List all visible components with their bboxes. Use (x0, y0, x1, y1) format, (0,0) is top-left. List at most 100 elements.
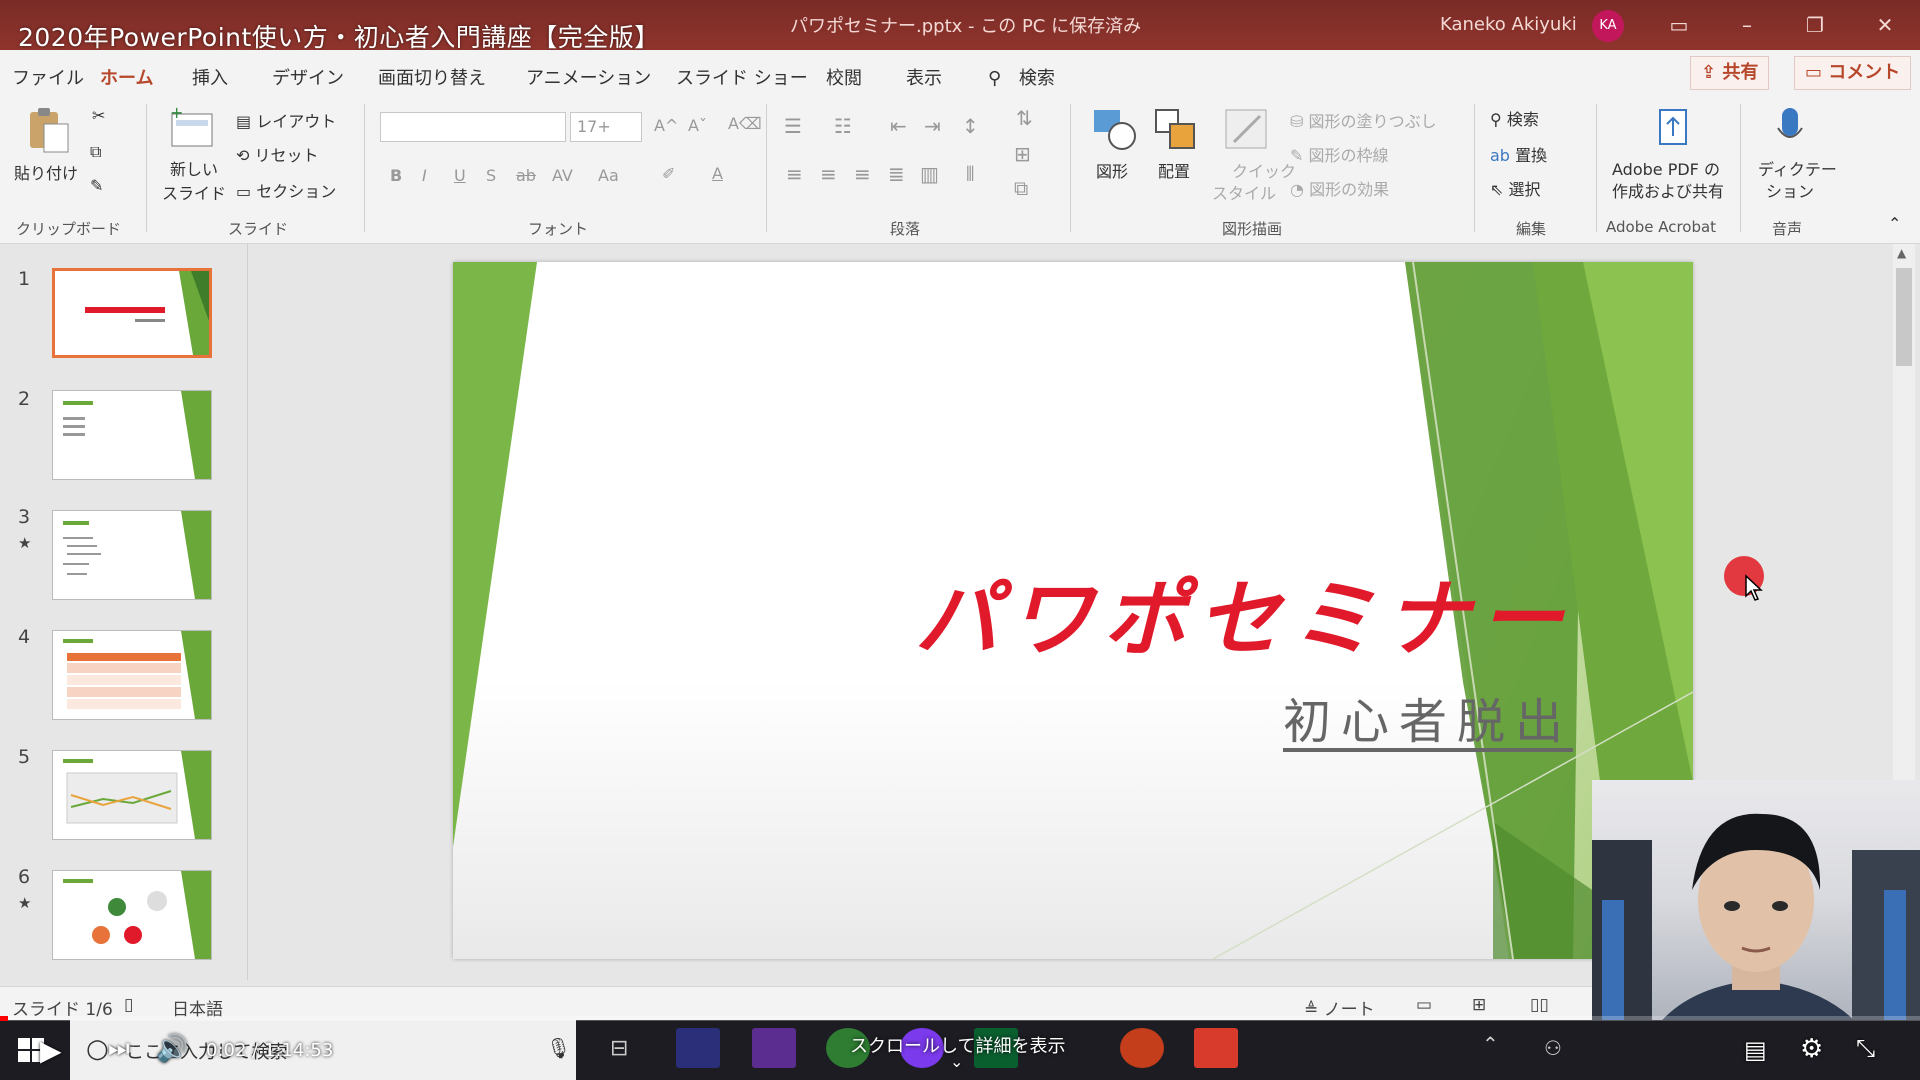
slide-thumbnail-1[interactable] (52, 268, 212, 358)
align-left-icon[interactable]: ≡ (786, 162, 803, 186)
dictate-label-2[interactable]: ション (1766, 178, 1814, 202)
slide-title[interactable]: パワポセミナー (703, 552, 1573, 673)
pdf-label[interactable]: Adobe PDF の (1612, 156, 1720, 180)
new-slide-label-2[interactable]: スライド (162, 180, 226, 204)
find-button[interactable]: ⚲ 検索 (1490, 106, 1539, 130)
minimize-icon[interactable]: – (1732, 10, 1762, 40)
scroll-up-icon[interactable]: ▲ (1897, 246, 1906, 260)
collapse-ribbon-icon[interactable]: ⌃ (1888, 214, 1901, 233)
slide-thumbnail-2[interactable] (52, 390, 212, 480)
slide-thumbnail-5[interactable] (52, 750, 212, 840)
quick-styles-icon[interactable] (1222, 106, 1270, 152)
character-spacing-button[interactable]: AV (552, 166, 573, 185)
paste-icon[interactable] (26, 106, 72, 154)
distributed-icon[interactable]: ▥ (920, 162, 939, 186)
microphone-icon[interactable]: 🎙 (546, 1036, 571, 1060)
subtitles-icon[interactable]: ▤ (1744, 1036, 1767, 1064)
pdf-share-icon[interactable] (1654, 106, 1694, 148)
select-button[interactable]: ⇖ 選択 (1490, 176, 1541, 200)
shape-effects-button[interactable]: ◔ 図形の効果 (1290, 176, 1389, 200)
columns-icon[interactable]: ⫴ (966, 162, 974, 186)
ribbon-display-icon[interactable]: ▭ (1664, 10, 1694, 40)
arrange-icon[interactable] (1152, 106, 1200, 152)
slide-thumbnail-3[interactable] (52, 510, 212, 600)
font-color-button[interactable]: A (712, 164, 723, 183)
slide-thumbnail-4[interactable] (52, 630, 212, 720)
section-button[interactable]: ▭ セクション (236, 178, 336, 202)
reading-view-icon[interactable]: ▯▯ (1530, 995, 1549, 1015)
close-icon[interactable]: ✕ (1870, 10, 1900, 40)
pdf-label-2[interactable]: 作成および共有 (1612, 178, 1724, 202)
reset-button[interactable]: ⟲ リセット (236, 142, 319, 166)
comment-button[interactable]: ▭ コメント (1794, 56, 1912, 90)
text-direction-icon[interactable]: ⇅ (1016, 106, 1033, 130)
settings-gear-icon[interactable]: ⚙ (1800, 1034, 1823, 1064)
video-title[interactable]: 2020年PowerPoint使い方・初心者入門講座【完全版】 (18, 18, 660, 54)
shapes-label[interactable]: 図形 (1096, 158, 1128, 182)
grow-font-icon[interactable]: A^ (654, 116, 678, 135)
numbering-icon[interactable]: ☷ (834, 114, 852, 138)
shadow-button[interactable]: S (486, 166, 496, 185)
tab-insert[interactable]: 挿入 (192, 64, 228, 90)
task-view-icon[interactable]: ⊟ (610, 1036, 628, 1061)
dictate-label[interactable]: ディクテー (1758, 156, 1837, 180)
layout-button[interactable]: ▤ レイアウト (236, 108, 336, 132)
scrollbar-thumb[interactable] (1896, 268, 1912, 366)
shrink-font-icon[interactable]: Aˇ (688, 116, 707, 135)
font-size-box[interactable]: 17+ (570, 112, 642, 142)
share-button[interactable]: ⇪ 共有 (1690, 56, 1770, 90)
exit-fullscreen-icon[interactable]: ⤡ (1856, 1034, 1875, 1062)
tab-slideshow[interactable]: スライド ショー (676, 64, 808, 90)
clear-format-icon[interactable]: A⌫ (728, 114, 762, 133)
new-slide-icon[interactable]: + (168, 106, 218, 150)
people-icon[interactable]: ⚇ (1544, 1036, 1562, 1060)
tab-view[interactable]: 表示 (906, 64, 942, 90)
normal-view-icon[interactable]: ▭ (1416, 995, 1432, 1015)
show-hidden-icons-icon[interactable]: ⌃ (1482, 1032, 1499, 1056)
arrange-label[interactable]: 配置 (1158, 158, 1190, 182)
quick-styles-label-2[interactable]: スタイル (1212, 180, 1276, 204)
volume-icon[interactable]: 🔊 (156, 1034, 188, 1064)
format-painter-icon[interactable]: ✎ (90, 176, 103, 195)
avatar[interactable]: KA (1592, 10, 1624, 42)
slide-sorter-icon[interactable]: ⊞ (1472, 995, 1486, 1015)
taskbar-app-powerpoint[interactable] (1120, 1028, 1164, 1068)
search-tab[interactable]: ⚲ 検索 (988, 64, 1055, 90)
align-center-icon[interactable]: ≡ (820, 162, 837, 186)
bullets-icon[interactable]: ☰ (784, 114, 802, 138)
quick-styles-label[interactable]: クイック (1232, 158, 1296, 182)
tab-design[interactable]: デザイン (272, 64, 344, 90)
change-case-button[interactable]: Aa (598, 166, 619, 185)
align-right-icon[interactable]: ≡ (854, 162, 871, 186)
new-slide-label[interactable]: 新しい (170, 156, 218, 180)
microphone-icon[interactable] (1774, 106, 1806, 152)
taskbar-app-premiere[interactable] (676, 1028, 720, 1068)
shape-outline-button[interactable]: ✎ 図形の枠線 (1290, 142, 1389, 166)
smartart-icon[interactable]: ⧉ (1014, 176, 1028, 200)
taskbar-app-visual-studio[interactable] (752, 1028, 796, 1068)
highlight-icon[interactable]: ✐ (662, 164, 675, 183)
cut-icon[interactable]: ✂ (92, 106, 105, 125)
slide-subtitle[interactable]: 初心者脱出 (1083, 682, 1573, 752)
restore-icon[interactable]: ❐ (1800, 10, 1830, 40)
accessibility-icon[interactable]: ▯ (124, 995, 133, 1015)
slide-thumbnail-6[interactable] (52, 870, 212, 960)
chevron-down-icon[interactable]: ⌄ (950, 1052, 963, 1071)
play-icon[interactable]: ▶ (40, 1034, 62, 1067)
shapes-icon[interactable] (1090, 106, 1140, 152)
taskbar-app-camtasia[interactable] (1194, 1028, 1238, 1068)
replace-button[interactable]: ab 置換 (1490, 142, 1547, 166)
underline-button[interactable]: U (454, 166, 466, 185)
tab-file[interactable]: ファイル (12, 64, 84, 90)
tab-transitions[interactable]: 画面切り替え (378, 64, 486, 90)
align-text-icon[interactable]: ⊞ (1014, 142, 1031, 166)
copy-icon[interactable]: ⧉ (90, 142, 101, 162)
decrease-indent-icon[interactable]: ⇤ (890, 114, 907, 138)
tab-review[interactable]: 校閲 (826, 64, 862, 90)
justify-icon[interactable]: ≣ (888, 162, 905, 186)
paste-label[interactable]: 貼り付け (14, 160, 78, 184)
next-icon[interactable]: ⏭ (108, 1034, 130, 1062)
strikethrough-button[interactable]: ab (516, 166, 536, 185)
increase-indent-icon[interactable]: ⇥ (924, 114, 941, 138)
shape-fill-button[interactable]: ⛁ 図形の塗りつぶし (1290, 108, 1437, 132)
